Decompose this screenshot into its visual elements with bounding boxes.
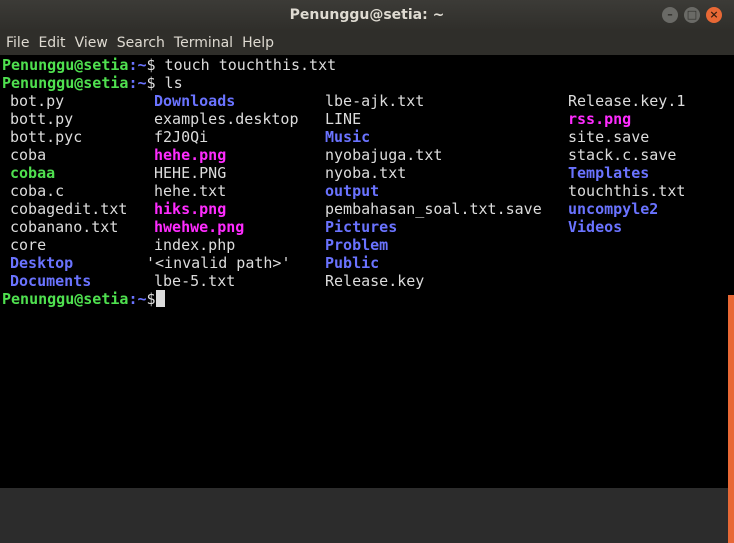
file-entry: hehe.png bbox=[154, 146, 227, 164]
menu-edit[interactable]: Edit bbox=[34, 35, 69, 51]
file-entry: bott.py bbox=[10, 110, 74, 128]
terminal-window: Penunggu@setia: ~ – □ × File Edit View S… bbox=[0, 0, 734, 543]
file-entry: touchthis.txt bbox=[568, 182, 686, 200]
directory-entry: Music bbox=[325, 128, 371, 146]
file-entry: lbe-ajk.txt bbox=[325, 92, 425, 110]
directory-entry: uncompyle2 bbox=[568, 200, 659, 218]
directory-entry: Pictures bbox=[325, 218, 398, 236]
prompt-symbol: $ bbox=[146, 74, 156, 92]
file-entry: lbe-5.txt bbox=[154, 272, 236, 290]
file-entry: Release.key.1 bbox=[568, 92, 686, 110]
prompt-path: :~ bbox=[128, 290, 147, 308]
file-entry: core bbox=[10, 236, 47, 254]
directory-entry: Videos bbox=[568, 218, 623, 236]
file-entry: cobaa bbox=[10, 164, 56, 182]
current-prompt-line[interactable]: Penunggu@setia:~$ bbox=[2, 290, 165, 308]
file-entry: HEHE.PNG bbox=[154, 164, 227, 182]
window-controls: – □ × bbox=[662, 7, 722, 23]
terminal-output[interactable]: Penunggu@setia:~$ touch touchthis.txt Pe… bbox=[0, 55, 728, 488]
file-entry: site.save bbox=[568, 128, 650, 146]
title-bar[interactable]: Penunggu@setia: ~ – □ × bbox=[0, 0, 734, 31]
command-line-2: Penunggu@setia:~$ ls bbox=[2, 74, 183, 92]
command-line-1: Penunggu@setia:~$ touch touchthis.txt bbox=[2, 56, 336, 74]
file-entry: stack.c.save bbox=[568, 146, 677, 164]
menu-view[interactable]: View bbox=[71, 35, 112, 51]
directory-entry: Desktop bbox=[10, 254, 74, 272]
directory-entry: Problem bbox=[325, 236, 389, 254]
file-entry: Release.key bbox=[325, 272, 425, 290]
file-entry: LINE bbox=[325, 110, 362, 128]
file-entry: index.php bbox=[154, 236, 236, 254]
menu-bar: File Edit View Search Terminal Help bbox=[0, 31, 734, 55]
file-entry: bot.py bbox=[10, 92, 65, 110]
file-entry: cobagedit.txt bbox=[10, 200, 128, 218]
directory-entry: Downloads bbox=[154, 92, 236, 110]
file-entry: rss.png bbox=[568, 110, 632, 128]
file-entry: cobanano.txt bbox=[10, 218, 119, 236]
prompt-user: Penunggu@setia bbox=[2, 290, 129, 308]
directory-entry: Public bbox=[325, 254, 380, 272]
directory-entry: Documents bbox=[10, 272, 92, 290]
file-entry: nyoba.txt bbox=[325, 164, 407, 182]
directory-entry: Templates bbox=[568, 164, 650, 182]
prompt-path: :~ bbox=[128, 74, 147, 92]
menu-search[interactable]: Search bbox=[113, 35, 169, 51]
text-cursor bbox=[155, 290, 165, 307]
file-entry: coba bbox=[10, 146, 47, 164]
prompt-user: Penunggu@setia bbox=[2, 56, 129, 74]
scrollbar[interactable] bbox=[728, 55, 734, 543]
prompt-user: Penunggu@setia bbox=[2, 74, 129, 92]
file-entry: hehe.txt bbox=[154, 182, 227, 200]
maximize-icon[interactable]: □ bbox=[684, 7, 700, 23]
directory-entry: output bbox=[325, 182, 380, 200]
file-entry: hwehwe.png bbox=[154, 218, 245, 236]
menu-terminal[interactable]: Terminal bbox=[170, 35, 237, 51]
menu-file[interactable]: File bbox=[2, 35, 33, 51]
file-entry: coba.c bbox=[10, 182, 65, 200]
file-entry: examples.desktop bbox=[154, 110, 299, 128]
close-icon[interactable]: × bbox=[706, 7, 722, 23]
window-title: Penunggu@setia: ~ bbox=[289, 7, 445, 23]
command-text: ls bbox=[155, 74, 183, 92]
menu-help[interactable]: Help bbox=[238, 35, 278, 51]
scrollbar-thumb[interactable] bbox=[728, 295, 734, 543]
file-entry: pembahasan_soal.txt.save bbox=[325, 200, 542, 218]
file-entry: bott.pyc bbox=[10, 128, 83, 146]
minimize-icon[interactable]: – bbox=[662, 7, 678, 23]
prompt-symbol: $ bbox=[146, 56, 156, 74]
file-entry: nyobajuga.txt bbox=[325, 146, 443, 164]
prompt-symbol: $ bbox=[146, 290, 156, 308]
file-entry: '<invalid path>' bbox=[146, 254, 291, 272]
file-entry: hiks.png bbox=[154, 200, 227, 218]
file-entry: f2J0Qi bbox=[154, 128, 209, 146]
command-text: touch touchthis.txt bbox=[155, 56, 337, 74]
prompt-path: :~ bbox=[128, 56, 147, 74]
